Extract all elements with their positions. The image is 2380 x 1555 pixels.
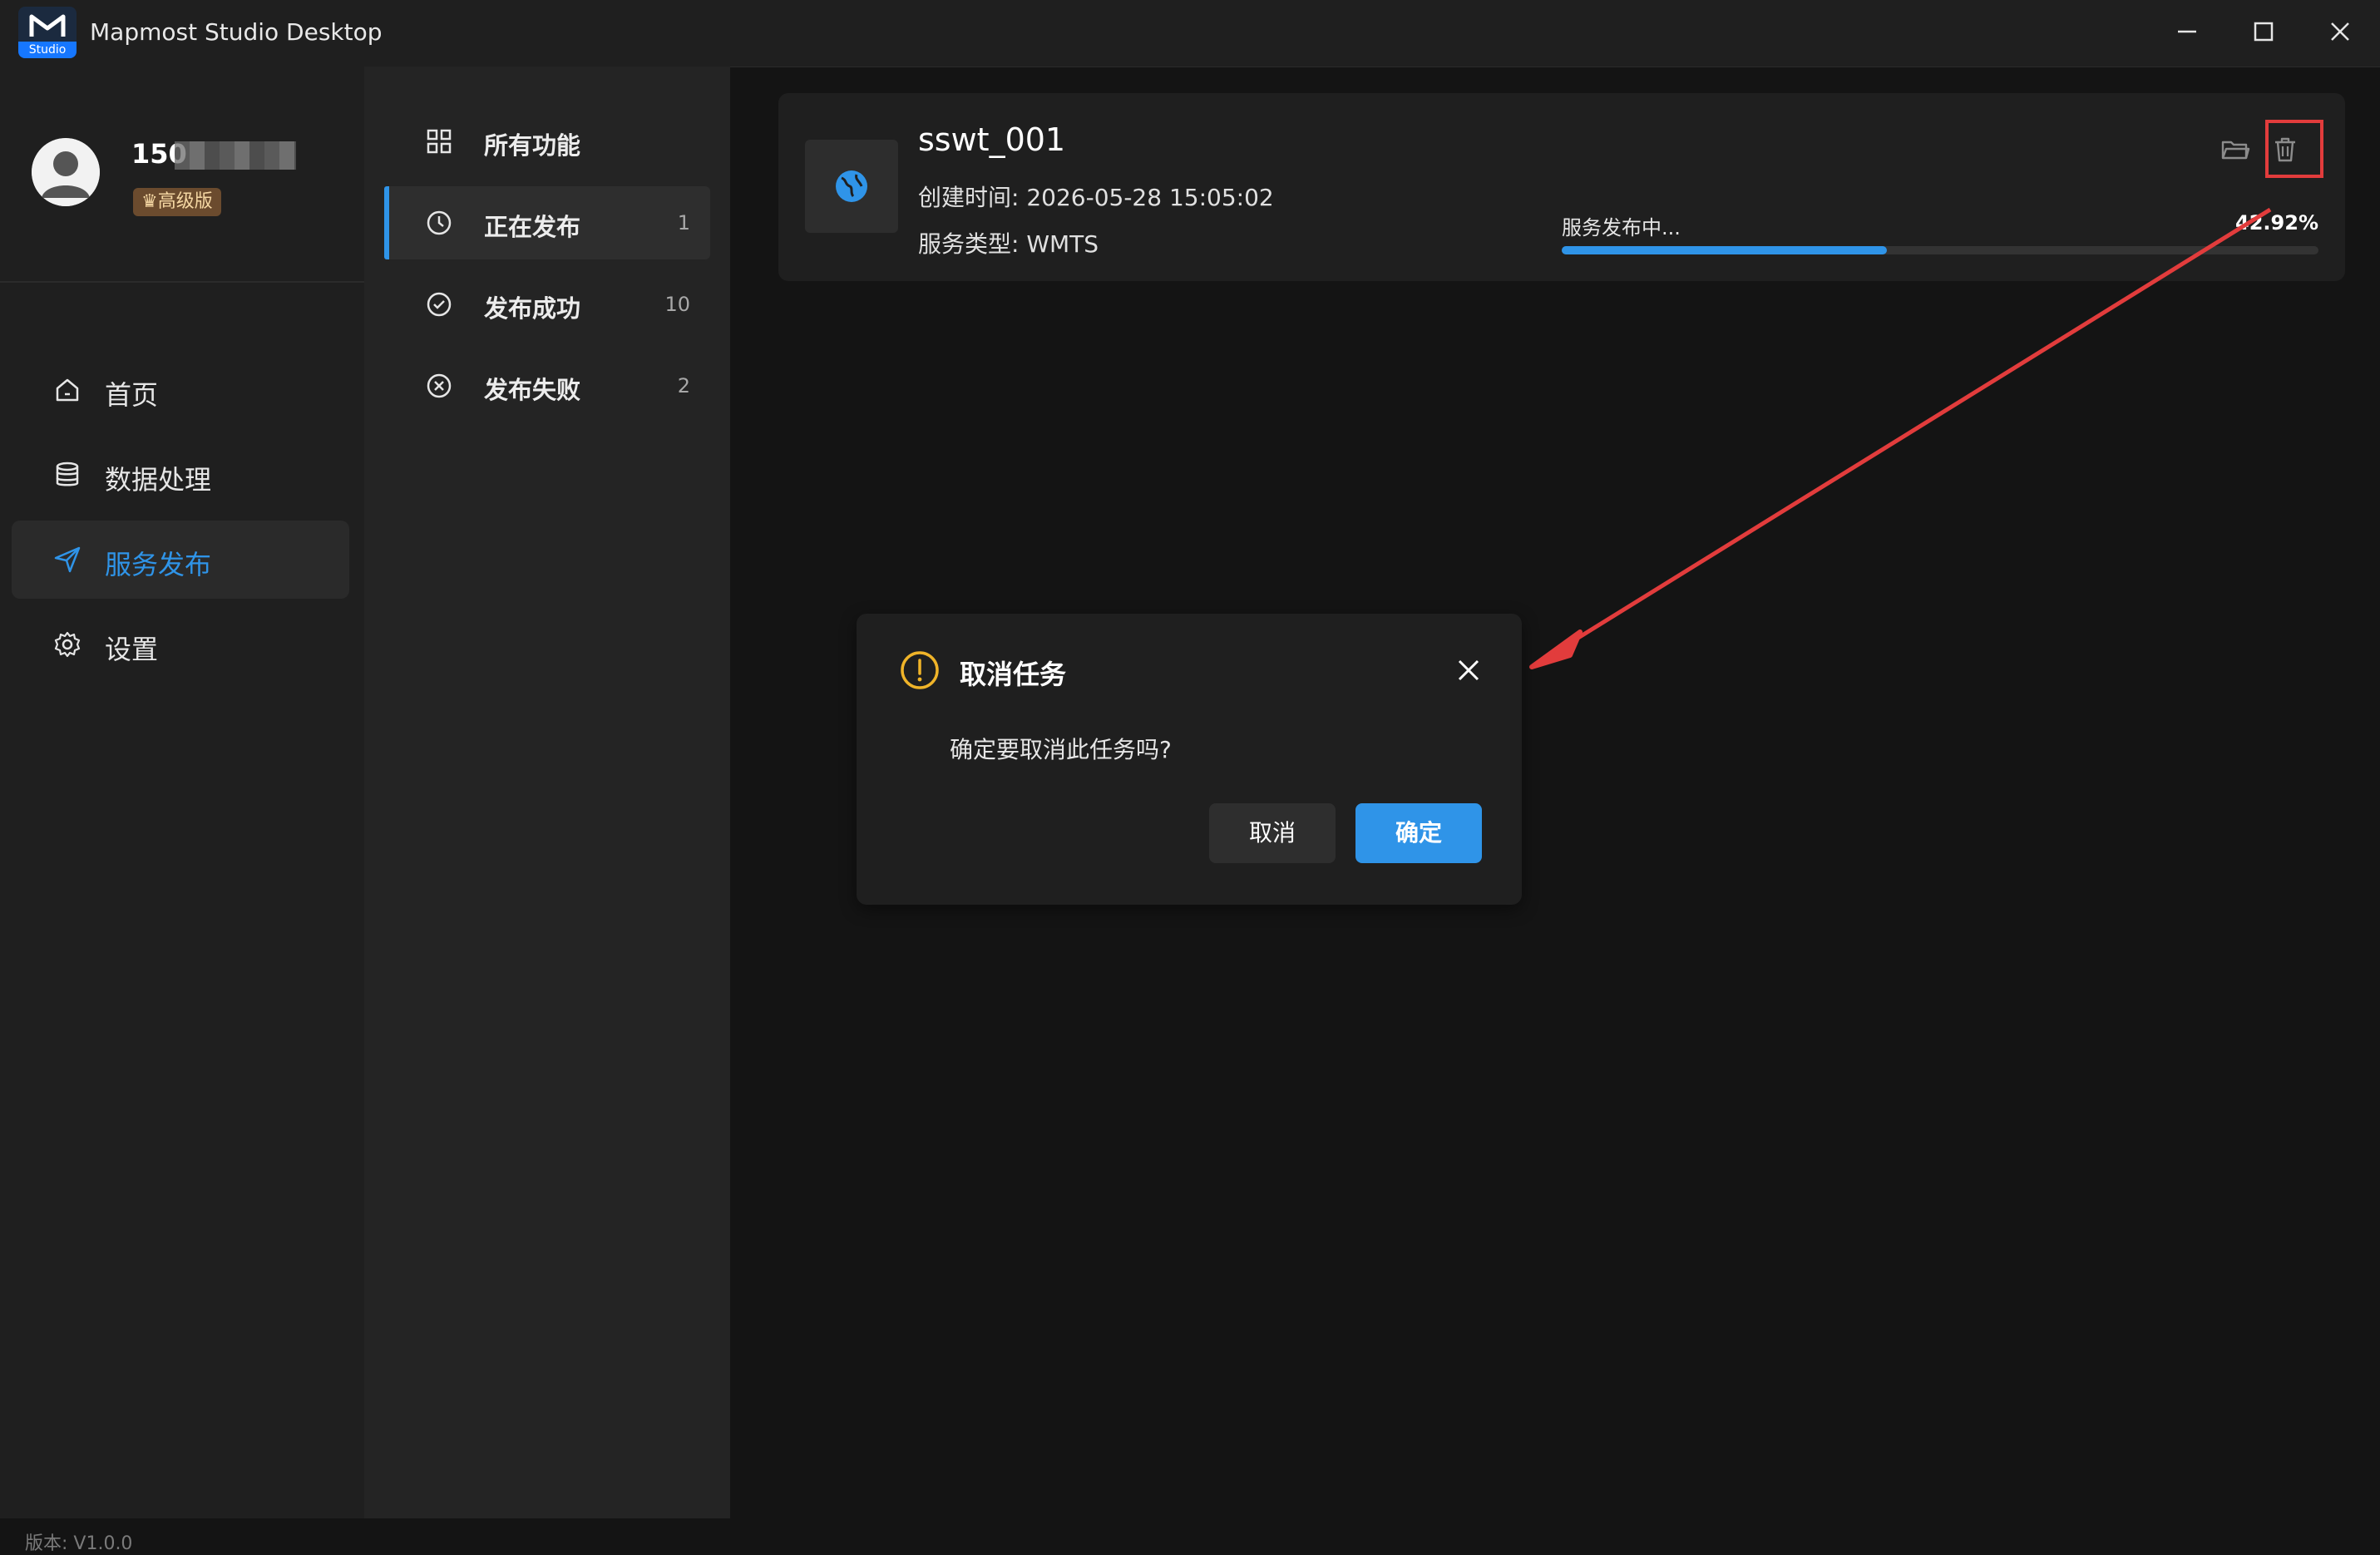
database-icon: [56, 462, 79, 486]
confirm-button[interactable]: 确定: [1355, 803, 1482, 863]
close-icon: [1458, 659, 1479, 681]
subnav-item-failed[interactable]: 发布失败 2: [384, 349, 710, 422]
sidebar-divider: [0, 281, 364, 283]
grid-icon: [427, 129, 452, 154]
send-icon: [54, 546, 81, 573]
task-created-time: 创建时间: 2026-05-28 15:05:02: [918, 184, 1274, 211]
sidebar-item-service-publish[interactable]: 服务发布: [12, 521, 349, 599]
sidebar-item-label: 服务发布: [105, 549, 212, 580]
progress-bar: [1562, 246, 2318, 254]
progress-bar-fill: [1562, 246, 1887, 254]
subnav: 所有功能 正在发布 1 发布成功 10 发布失败 2: [364, 67, 730, 1518]
subnav-item-label: 发布失败: [484, 376, 581, 404]
open-folder-button[interactable]: [2219, 133, 2252, 166]
sidebar-item-label: 数据处理: [105, 464, 212, 496]
home-icon: [56, 378, 79, 402]
subnav-item-count: 2: [677, 374, 690, 397]
subnav-item-label: 正在发布: [484, 213, 581, 241]
avatar[interactable]: [32, 138, 100, 206]
sidebar: 150 ♛高级版 首页 数据处理 服务发布 设置 版本: V1.0.0: [0, 67, 364, 1554]
subnav-item-label: 发布成功: [484, 294, 581, 323]
subnav-item-success[interactable]: 发布成功 10: [384, 268, 710, 341]
dialog-title: 取消任务: [960, 659, 1067, 690]
plan-badge-label: 高级版: [157, 191, 213, 212]
plan-badge: ♛高级版: [133, 188, 221, 216]
sidebar-item-home[interactable]: 首页: [12, 351, 349, 429]
subnav-item-count: 10: [664, 293, 690, 316]
crown-icon: ♛: [141, 191, 158, 212]
maximize-icon: [2254, 22, 2274, 42]
version-label: 版本: V1.0.0: [25, 1533, 133, 1554]
dialog-close-button[interactable]: [1452, 654, 1485, 687]
annotation-highlight-box: [2265, 120, 2323, 178]
mapmost-m-icon: [29, 14, 66, 37]
task-service-type: 服务类型: WMTS: [918, 230, 1099, 258]
service-thumbnail: [805, 140, 898, 233]
check-circle-icon: [427, 292, 452, 317]
sidebar-item-data-processing[interactable]: 数据处理: [12, 436, 349, 514]
task-name: sswt_001: [918, 121, 1066, 158]
cancel-button[interactable]: 取消: [1209, 803, 1336, 863]
window-title: Mapmost Studio Desktop: [90, 18, 383, 46]
warning-icon: [901, 651, 939, 689]
sidebar-item-label: 首页: [105, 379, 159, 411]
sidebar-item-label: 设置: [105, 634, 159, 665]
settings-icon: [54, 631, 81, 658]
minimize-icon: [2178, 30, 2196, 33]
maximize-button[interactable]: [2247, 15, 2280, 48]
sidebar-item-settings[interactable]: 设置: [12, 605, 349, 684]
progress-status: 服务发布中...: [1562, 216, 1681, 239]
app-logo: Studio: [18, 7, 77, 58]
subnav-item-publishing[interactable]: 正在发布 1: [384, 186, 710, 259]
subnav-item-label: 所有功能: [484, 131, 581, 160]
close-window-button[interactable]: [2323, 15, 2357, 48]
title-bar: Studio Mapmost Studio Desktop: [0, 0, 2380, 67]
minimize-button[interactable]: [2170, 15, 2204, 48]
dialog-message: 确定要取消此任务吗?: [950, 736, 1172, 763]
close-icon: [2331, 22, 2349, 41]
clock-icon: [427, 210, 452, 235]
user-avatar-icon: [32, 138, 100, 206]
progress-percent: 42.92%: [2235, 211, 2318, 234]
x-circle-icon: [427, 373, 452, 398]
cancel-task-dialog: 取消任务 确定要取消此任务吗? 取消 确定: [857, 614, 1522, 905]
globe-icon: [836, 170, 867, 202]
subnav-item-all-features[interactable]: 所有功能: [384, 105, 710, 178]
subnav-item-count: 1: [677, 211, 690, 234]
app-logo-label: Studio: [18, 42, 77, 58]
username-redacted: [175, 141, 296, 170]
folder-icon: [2221, 141, 2250, 160]
task-card: sswt_001 创建时间: 2026-05-28 15:05:02 服务类型:…: [778, 93, 2345, 281]
